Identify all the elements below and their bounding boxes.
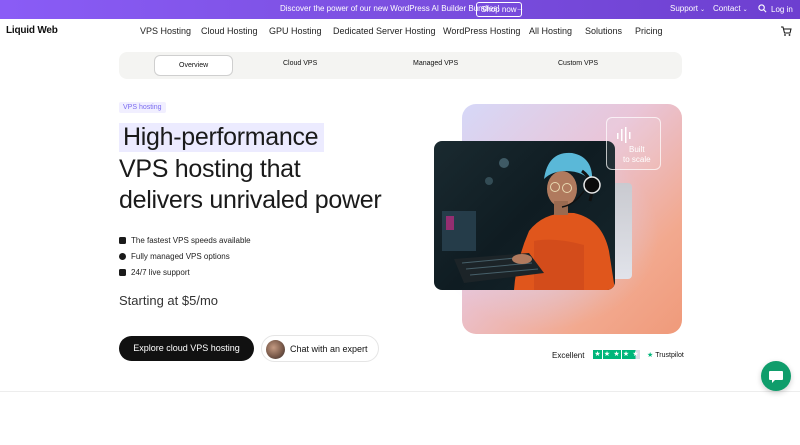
tab-managed-vps[interactable]: Managed VPS: [413, 60, 458, 67]
badge-text: Built to scale: [623, 145, 651, 165]
chat-bubble-icon: [769, 371, 783, 383]
nav-item-all-hosting[interactable]: All Hosting: [529, 26, 572, 36]
main-nav: Liquid Web VPS Hosting Cloud Hosting GPU…: [0, 19, 800, 44]
promo-message: Discover the power of our new WordPress …: [280, 4, 500, 13]
explore-cloud-vps-button[interactable]: Explore cloud VPS hosting: [119, 336, 254, 361]
search-icon[interactable]: [758, 4, 767, 13]
shop-now-button[interactable]: Shop now: [476, 2, 522, 17]
star-icon: ★: [612, 350, 621, 359]
feature-label: Fully managed VPS options: [131, 252, 230, 261]
feature-label: The fastest VPS speeds available: [131, 236, 251, 245]
cart-icon[interactable]: [780, 25, 792, 37]
nav-item-cloud-hosting[interactable]: Cloud Hosting: [201, 26, 258, 36]
star-icon: ★: [593, 350, 602, 359]
arrow-right-icon: →: [516, 4, 524, 13]
headline-line-1: High-performance: [119, 123, 325, 152]
nav-item-wordpress-hosting[interactable]: WordPress Hosting: [443, 26, 520, 36]
gamer-illustration: [442, 152, 615, 290]
hero-side-card: [612, 183, 632, 279]
check-icon: [119, 269, 126, 276]
avatar: [266, 340, 285, 359]
nav-item-vps-hosting[interactable]: VPS Hosting: [140, 26, 191, 36]
lightning-icon: [119, 237, 126, 244]
starting-price: Starting at $5/mo: [119, 293, 218, 308]
chat-launcher-button[interactable]: [761, 361, 791, 391]
star-icon: ★: [621, 350, 631, 359]
support-menu[interactable]: Support ⌄: [670, 4, 705, 13]
nav-item-solutions[interactable]: Solutions: [585, 26, 622, 36]
chat-with-expert-label: Chat with an expert: [290, 344, 368, 354]
tab-custom-vps[interactable]: Custom VPS: [558, 60, 598, 67]
hero-photo: [434, 141, 615, 290]
contact-menu[interactable]: Contact ⌄: [713, 4, 748, 13]
built-to-scale-badge: Built to scale: [606, 117, 661, 170]
trust-rating-label: Excellent: [552, 351, 585, 360]
tab-cloud-vps[interactable]: Cloud VPS: [283, 60, 317, 67]
product-subnav: Overview Cloud VPS Managed VPS Custom VP…: [119, 52, 682, 79]
login-link[interactable]: Log in: [758, 4, 793, 14]
headline-line-2: VPS hosting that: [119, 155, 301, 183]
person-icon: [119, 253, 126, 260]
half-star-icon: ★: [631, 350, 640, 359]
feature-label: 24/7 live support: [131, 268, 190, 277]
trustpilot-logo[interactable]: ★ Trustpilot: [647, 351, 684, 359]
nav-item-gpu-hosting[interactable]: GPU Hosting: [269, 26, 322, 36]
tab-overview[interactable]: Overview: [154, 55, 234, 76]
contact-label: Contact: [713, 4, 741, 13]
star-icon: ★: [602, 350, 612, 359]
trustpilot-stars: ★ ★ ★ ★ ★: [593, 350, 641, 360]
feature-item: The fastest VPS speeds available: [119, 236, 251, 245]
chat-with-expert-button[interactable]: Chat with an expert: [261, 335, 379, 362]
badge-line-1: Built: [629, 145, 645, 154]
logo[interactable]: Liquid Web: [6, 25, 58, 36]
chevron-down-icon: ⌄: [742, 7, 748, 13]
trustpilot-star-icon: ★: [647, 352, 654, 359]
feature-item: 24/7 live support: [119, 268, 190, 277]
trustpilot-brand: Trustpilot: [655, 352, 684, 359]
headline-line-3: delivers unrivaled power: [119, 186, 382, 214]
chevron-down-icon: ⌄: [700, 7, 706, 13]
section-divider: [0, 391, 800, 392]
nav-item-pricing[interactable]: Pricing: [635, 26, 663, 36]
eyebrow-label: VPS hosting: [119, 102, 166, 113]
nav-item-dedicated-server-hosting[interactable]: Dedicated Server Hosting: [333, 26, 436, 36]
badge-line-2: to scale: [623, 155, 651, 164]
equalizer-icon: [617, 127, 631, 143]
login-label: Log in: [771, 5, 793, 14]
promo-bar: Discover the power of our new WordPress …: [0, 0, 800, 19]
feature-item: Fully managed VPS options: [119, 252, 230, 261]
support-label: Support: [670, 4, 699, 13]
